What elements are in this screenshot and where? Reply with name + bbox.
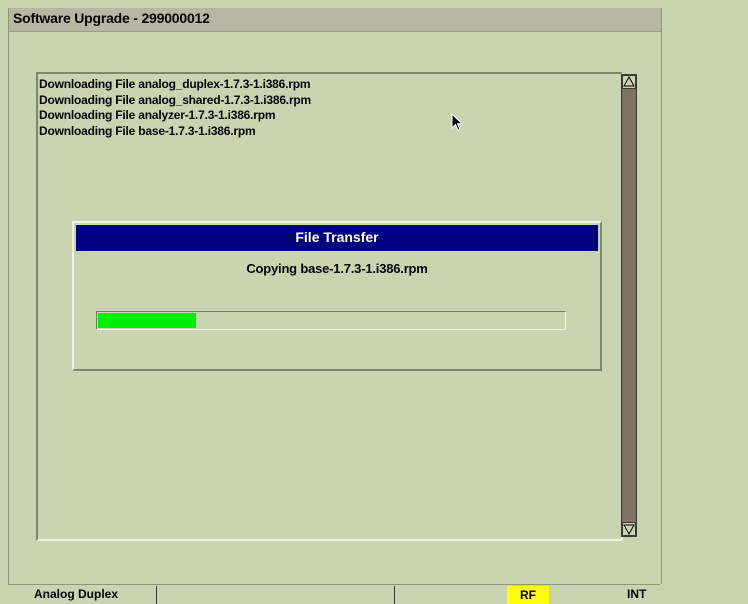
log-line: Downloading File analog_duplex-1.7.3-1.i… xyxy=(39,77,311,91)
dialog-title: File Transfer xyxy=(295,229,379,245)
window-title: Software Upgrade - 299000012 xyxy=(13,10,210,26)
log-line: Downloading File analyzer-1.7.3-1.i386.r… xyxy=(39,108,276,122)
progress-fill xyxy=(98,313,196,328)
status-mode: Analog Duplex xyxy=(34,587,119,601)
int-indicator: INT xyxy=(627,587,647,601)
log-lines: Downloading File analog_duplex-1.7.3-1.i… xyxy=(39,77,311,139)
scroll-up-button[interactable] xyxy=(622,75,636,89)
mouse-pointer-icon xyxy=(451,113,464,132)
title-bar[interactable]: Software Upgrade - 299000012 xyxy=(9,8,661,32)
copy-status-message: Copying base-1.7.3-1.i386.rpm xyxy=(246,261,428,276)
rf-indicator: RF xyxy=(507,586,549,604)
status-separator xyxy=(156,586,157,604)
dialog-title-bar[interactable]: File Transfer xyxy=(76,225,598,251)
log-scrollbar[interactable] xyxy=(621,74,637,537)
log-line: Downloading File base-1.7.3-1.i386.rpm xyxy=(39,123,256,138)
status-separator xyxy=(394,586,395,604)
up-arrow-icon xyxy=(623,76,635,87)
transfer-progress-bar xyxy=(96,311,566,330)
log-line: Downloading File analog_shared-1.7.3-1.i… xyxy=(39,92,312,107)
status-bar: Analog Duplex RF INT xyxy=(8,584,660,604)
file-transfer-dialog: File Transfer Copying base-1.7.3-1.i386.… xyxy=(72,221,602,371)
scroll-down-button[interactable] xyxy=(622,522,636,536)
software-upgrade-window: Software Upgrade - 299000012 Downloading… xyxy=(8,8,662,584)
down-arrow-icon xyxy=(623,524,635,535)
